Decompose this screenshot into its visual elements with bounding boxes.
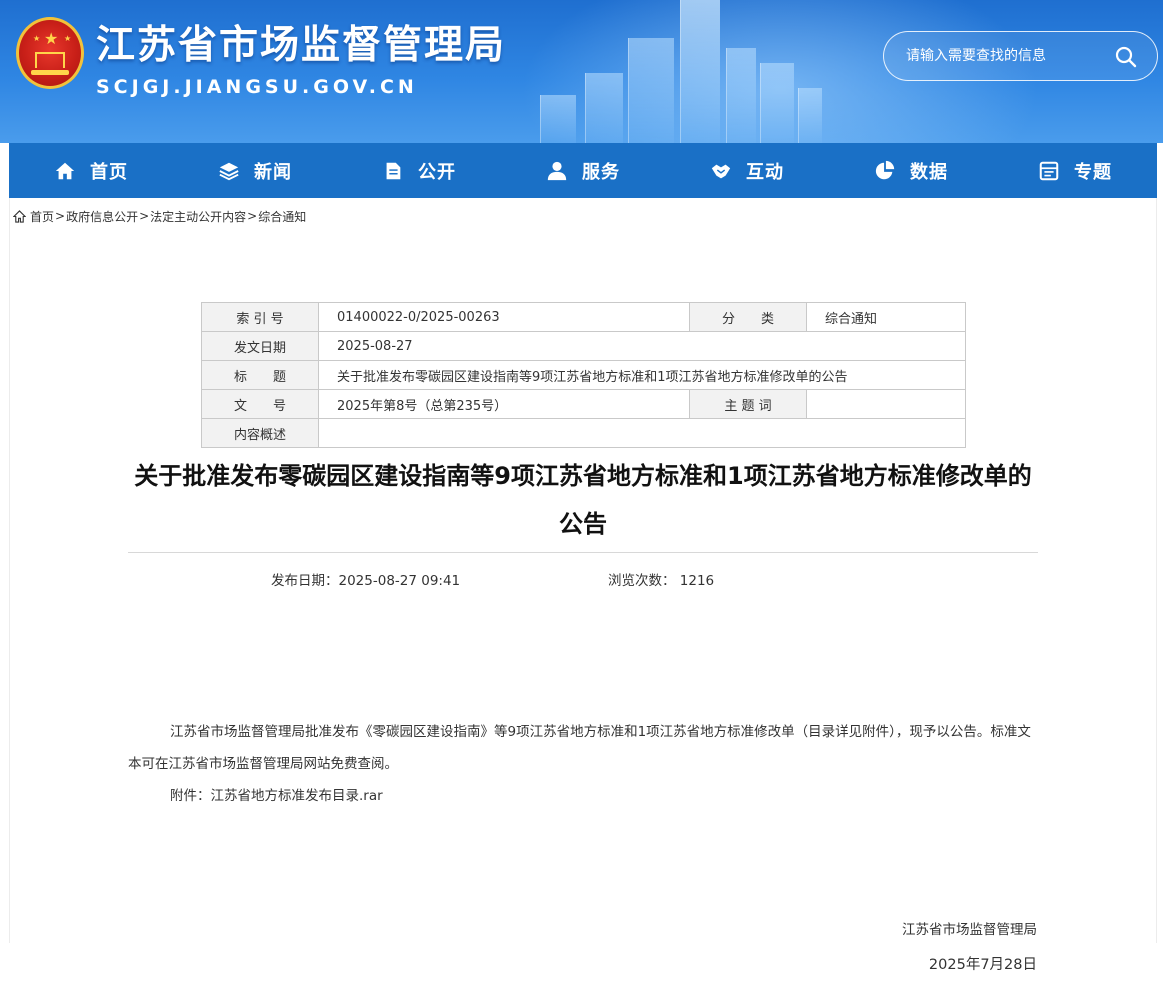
pie-chart-icon (875, 160, 895, 179)
site-domain: SCJGJ.JIANGSU.GOV.CN (96, 76, 418, 98)
nav-item-home[interactable]: 首页 (9, 143, 173, 198)
table-row: 索 引 号 01400022-0/2025-00263 分 类 综合通知 (201, 302, 966, 332)
publish-date: 发布日期：2025-08-27 09:41 (271, 573, 461, 589)
document-icon (386, 162, 401, 179)
title-divider (128, 552, 1038, 553)
skyline-building (726, 48, 756, 143)
skyline-building (628, 38, 674, 143)
nav-item-news[interactable]: 新闻 (173, 143, 337, 198)
nav-item-data[interactable]: 数据 (829, 143, 993, 198)
search-icon[interactable] (1114, 45, 1138, 69)
layers-icon (219, 162, 239, 180)
nav-label: 专题 (1074, 161, 1112, 183)
breadcrumb-item-gov-info[interactable]: 政府信息公开 (66, 208, 138, 225)
meta-value-index: 01400022-0/2025-00263 (318, 302, 690, 332)
meta-value-docno: 2025年第8号（总第235号） (318, 389, 690, 419)
meta-value-title: 关于批准发布零碳园区建设指南等9项江苏省地方标准和1项江苏省地方标准修改单的公告 (318, 360, 966, 390)
handshake-icon (711, 164, 731, 178)
site-header: ★ ★ ★ 江苏省市场监督管理局 SCJGJ.JIANGSU.GOV.CN (0, 0, 1163, 143)
breadcrumb-separator: > (55, 209, 66, 223)
nav-item-interaction[interactable]: 互动 (665, 143, 829, 198)
signature-date: 2025年7月28日 (928, 957, 1037, 973)
meta-label-category: 分 类 (689, 302, 807, 332)
emblem-gate-shape (35, 52, 65, 68)
nav-item-service[interactable]: 服务 (501, 143, 665, 198)
breadcrumb-separator: > (247, 209, 258, 223)
document-meta-table: 索 引 号 01400022-0/2025-00263 分 类 综合通知 发文日… (201, 302, 966, 448)
table-row: 内容概述 (201, 418, 966, 448)
nav-label: 服务 (582, 161, 620, 183)
attachment-link[interactable]: 江苏省地方标准发布目录.rar (211, 788, 383, 804)
table-row: 发文日期 2025-08-27 (201, 331, 966, 361)
user-icon (547, 161, 567, 180)
emblem-star-icon: ★ (64, 34, 72, 43)
meta-label-index: 索 引 号 (201, 302, 319, 332)
breadcrumb-separator: > (139, 209, 150, 223)
meta-label-date: 发文日期 (201, 331, 319, 361)
skyline-building (680, 0, 720, 143)
window-icon (1039, 161, 1059, 180)
meta-label-keyword: 主 题 词 (689, 389, 807, 419)
skyline-building (798, 88, 822, 143)
emblem-star-icon: ★ (33, 34, 41, 43)
skyline-building (540, 95, 576, 143)
skyline-building (585, 73, 623, 143)
nav-item-topics[interactable]: 专题 (993, 143, 1157, 198)
meta-value-date: 2025-08-27 (318, 331, 966, 361)
breadcrumb-item-home[interactable]: 首页 (30, 208, 54, 225)
main-navigation: 首页 新闻 公开 服务 互动 数据 专题 (9, 143, 1157, 198)
page-frame-border (1156, 198, 1157, 943)
table-row: 文 号 2025年第8号（总第235号） 主 题 词 (201, 389, 966, 419)
skyline-building (760, 63, 794, 143)
nav-label: 公开 (418, 161, 456, 183)
meta-label-docno: 文 号 (201, 389, 319, 419)
breadcrumb: 首页 > 政府信息公开 > 法定主动公开内容 > 综合通知 (13, 207, 306, 225)
nav-label: 数据 (910, 161, 948, 183)
meta-value-keyword (806, 389, 966, 419)
breadcrumb-item-statutory[interactable]: 法定主动公开内容 (150, 208, 246, 225)
search-box[interactable] (883, 31, 1158, 81)
breadcrumb-item-notice[interactable]: 综合通知 (258, 208, 306, 225)
meta-value-category: 综合通知 (806, 302, 966, 332)
table-row: 标 题 关于批准发布零碳园区建设指南等9项江苏省地方标准和1项江苏省地方标准修改… (201, 360, 966, 390)
article-title: 关于批准发布零碳园区建设指南等9项江苏省地方标准和1项江苏省地方标准修改单的公告 (134, 462, 1032, 538)
attachment-label: 附件： (170, 788, 211, 804)
nav-item-open[interactable]: 公开 (337, 143, 501, 198)
home-icon (55, 162, 75, 179)
signature-organization: 江苏省市场监督管理局 (902, 922, 1037, 938)
search-input[interactable] (906, 44, 1106, 68)
attachment-line: 附件：江苏省地方标准发布目录.rar (170, 784, 383, 808)
emblem-base-shape (31, 70, 69, 75)
site-title[interactable]: 江苏省市场监督管理局 (96, 14, 506, 70)
meta-label-title: 标 题 (201, 360, 319, 390)
nav-label: 首页 (90, 161, 128, 183)
meta-value-summary (318, 418, 966, 448)
article-body-paragraph: 江苏省市场监督管理局批准发布《零碳园区建设指南》等9项江苏省地方标准和1项江苏省… (128, 724, 1031, 772)
meta-label-summary: 内容概述 (201, 418, 319, 448)
nav-label: 互动 (746, 161, 784, 183)
nav-label: 新闻 (254, 161, 292, 183)
national-emblem-logo[interactable]: ★ ★ ★ (16, 17, 84, 89)
page-frame-border (9, 198, 10, 943)
home-icon (13, 209, 26, 223)
view-count: 浏览次数： 1216 (608, 573, 715, 589)
emblem-star-icon: ★ (44, 29, 59, 48)
